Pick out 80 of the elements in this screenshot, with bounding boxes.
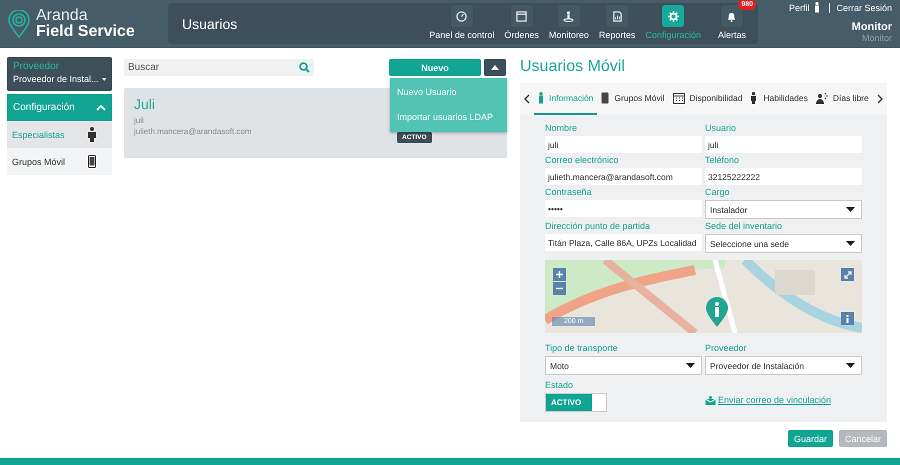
- user-name: Juli: [134, 96, 156, 112]
- select-field[interactable]: Seleccione una sede: [705, 234, 862, 253]
- field-label: Tipo de transporte: [545, 342, 619, 355]
- caret-icon: [846, 241, 855, 246]
- menu-toggle-button[interactable]: [484, 59, 506, 76]
- person-icon: [88, 127, 96, 142]
- report-icon: [612, 10, 623, 22]
- field-label: Teléfono: [705, 154, 740, 167]
- logo-text: Aranda: [36, 8, 89, 24]
- user-login: juli: [134, 116, 144, 125]
- input-field[interactable]: juli: [705, 136, 862, 153]
- zoom-out-button[interactable]: [553, 282, 566, 295]
- nav-tab[interactable]: Órdenes: [501, 5, 542, 40]
- provider-label: Proveedor: [13, 61, 60, 72]
- input-field[interactable]: julieth.mancera@arandasoft.com: [545, 168, 702, 185]
- user-email: julieth.mancera@arandasoft.com: [134, 127, 252, 136]
- field-label: Usuario: [705, 122, 738, 135]
- envelope-icon: [705, 396, 716, 404]
- tab[interactable]: Habilidades: [746, 83, 812, 115]
- logout-link[interactable]: Cerrar Sesión: [829, 2, 892, 12]
- field-label: Proveedor: [705, 342, 748, 355]
- caret-icon: [846, 363, 855, 368]
- fullscreen-button[interactable]: [841, 268, 854, 281]
- minus-icon: [556, 285, 563, 292]
- field-label: Estado: [545, 379, 574, 392]
- info-icon: [846, 314, 849, 322]
- search-icon: [299, 62, 310, 73]
- field-label: Sede del inventario: [705, 220, 784, 233]
- caret-icon: [491, 65, 499, 70]
- select-field[interactable]: Proveedor de Instalación: [705, 356, 862, 375]
- page-title: Usuarios: [182, 16, 238, 32]
- search-field[interactable]: Buscar: [124, 59, 314, 76]
- tab[interactable]: Días libre: [812, 83, 873, 115]
- tab[interactable]: Disponibilidad: [668, 83, 746, 115]
- address-field[interactable]: Titán Plaza, Calle 86A, UPZs Localidad: [545, 234, 702, 251]
- form-title: Usuarios Móvil: [520, 57, 626, 77]
- window-icon: [516, 10, 528, 22]
- chevron-right-icon[interactable]: [877, 94, 883, 104]
- person-icon: [816, 92, 828, 104]
- bell-icon: [726, 10, 738, 22]
- phone-icon: [601, 92, 610, 104]
- chevron-left-icon[interactable]: [524, 94, 530, 104]
- phone-icon: [88, 155, 96, 168]
- field-label: Nombre: [545, 122, 578, 135]
- profile-link[interactable]: Perfil: [788, 2, 810, 12]
- person-icon: [538, 92, 544, 104]
- select-field[interactable]: Moto: [545, 356, 702, 375]
- nav-tab[interactable]: Panel de control: [426, 5, 498, 40]
- caret-icon: [686, 363, 695, 368]
- caret-icon: [846, 207, 855, 212]
- caret-icon: [102, 76, 106, 82]
- nav-tab[interactable]: Monitoreo: [546, 5, 592, 40]
- input-field[interactable]: •••••: [545, 200, 702, 217]
- input-field[interactable]: juli: [545, 136, 702, 153]
- person-icon: [814, 2, 820, 13]
- field-label: Cargo: [705, 186, 731, 199]
- plus-icon: [556, 271, 563, 278]
- input-field[interactable]: 32125222222: [705, 168, 862, 185]
- location-pin-icon: [706, 297, 728, 327]
- sidebar-item[interactable]: Grupos Móvil: [7, 148, 112, 175]
- location-pin-icon: [8, 10, 30, 38]
- logo-text: Field Service: [36, 24, 135, 40]
- field-label: Correo electrónico: [545, 154, 620, 167]
- provider-selector[interactable]: Proveedor Proveedor de Instal...: [7, 57, 112, 91]
- person-icon: [750, 92, 758, 104]
- person-pin-icon: [563, 10, 574, 22]
- user-role: Monitor: [862, 33, 892, 43]
- nav-tab[interactable]: Reportes: [596, 5, 638, 40]
- gauge-icon: [456, 10, 468, 22]
- user-name: Monitor: [852, 21, 892, 33]
- select-field[interactable]: Instalador: [705, 200, 862, 219]
- calendar-icon: [672, 92, 684, 104]
- zoom-in-button[interactable]: [553, 268, 566, 281]
- provider-value: Proveedor de Instal...: [13, 74, 99, 84]
- tab[interactable]: Grupos Móvil: [597, 83, 668, 115]
- field-label: Dirección punto de partida: [545, 220, 652, 233]
- expand-icon: [844, 270, 852, 278]
- gear-icon: [668, 10, 679, 22]
- field-label: Contraseña: [545, 186, 593, 199]
- info-button[interactable]: [841, 312, 854, 325]
